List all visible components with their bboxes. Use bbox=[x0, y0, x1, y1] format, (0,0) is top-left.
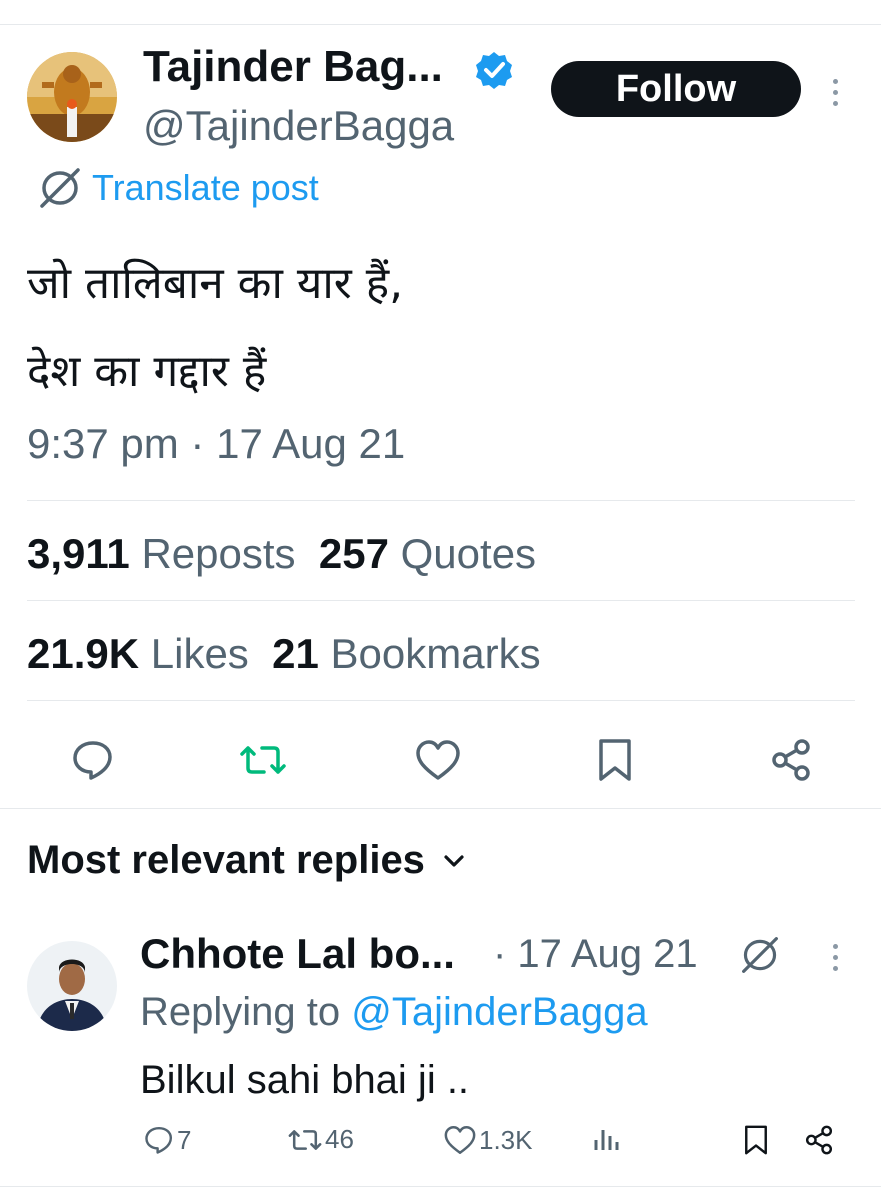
replying-to-prefix: Replying to bbox=[140, 990, 341, 1034]
reply-icon bbox=[73, 741, 112, 780]
bookmark-icon bbox=[745, 1125, 767, 1155]
repost-icon bbox=[240, 746, 286, 774]
reply-views-button[interactable] bbox=[592, 1124, 622, 1154]
reply-author-avatar[interactable] bbox=[27, 941, 117, 1031]
translate-icon bbox=[40, 168, 80, 208]
reply-like-button[interactable]: 1.3K bbox=[443, 1124, 533, 1156]
reply-author-name[interactable]: Chhote Lal bo... bbox=[140, 930, 455, 978]
bookmarks-stat[interactable]: 21 Bookmarks bbox=[272, 630, 540, 677]
chevron-down-icon bbox=[444, 854, 464, 867]
author-name[interactable]: Tajinder Bag... bbox=[143, 42, 443, 92]
divider bbox=[27, 700, 855, 701]
reply-button[interactable] bbox=[63, 730, 123, 790]
top-divider bbox=[0, 0, 881, 25]
post-timestamp[interactable]: 9:37 pm · 17 Aug 21 bbox=[27, 420, 405, 468]
likes-label: Likes bbox=[150, 630, 249, 677]
translate-link[interactable]: Translate post bbox=[36, 166, 319, 210]
translate-label: Translate post bbox=[92, 167, 319, 208]
reply-text: Bilkul sahi bhai ji .. bbox=[140, 1058, 470, 1102]
like-icon bbox=[416, 740, 460, 780]
views-icon bbox=[594, 1130, 619, 1150]
replying-to: Replying to @TajinderBagga bbox=[140, 990, 648, 1035]
bottom-divider bbox=[0, 1186, 881, 1187]
post-text-line-2: देश का गद्दार हैं bbox=[27, 346, 267, 397]
like-icon bbox=[444, 1126, 476, 1154]
reply-reply-count: 7 bbox=[177, 1124, 192, 1155]
reposts-label: Reposts bbox=[141, 530, 296, 577]
replies-sort-dropdown[interactable]: Most relevant replies bbox=[27, 838, 465, 883]
share-icon bbox=[805, 1125, 833, 1155]
quotes-label: Quotes bbox=[400, 530, 537, 577]
reply-bookmark-button[interactable] bbox=[742, 1124, 770, 1156]
reply-reply-button[interactable]: 7 bbox=[143, 1124, 191, 1156]
quotes-count: 257 bbox=[318, 530, 389, 577]
reposts-stat[interactable]: 3,911 Reposts bbox=[27, 530, 296, 577]
reply-share-button[interactable] bbox=[803, 1124, 835, 1156]
more-icon[interactable] bbox=[831, 79, 841, 112]
repost-button[interactable] bbox=[233, 730, 293, 790]
replying-to-handle[interactable]: @TajinderBagga bbox=[351, 990, 647, 1034]
follow-button[interactable]: Follow bbox=[551, 61, 801, 117]
repost-quote-stats: 3,911 Reposts 257 Quotes bbox=[27, 530, 536, 578]
divider bbox=[27, 500, 855, 501]
repost-icon bbox=[288, 1129, 322, 1150]
likes-count: 21.9K bbox=[27, 630, 140, 677]
reply-more-icon[interactable] bbox=[831, 944, 841, 977]
replies-section-title: Most relevant replies bbox=[27, 838, 425, 882]
likes-bookmarks-stats: 21.9K Likes 21 Bookmarks bbox=[27, 630, 541, 678]
reply-repost-count: 46 bbox=[325, 1124, 354, 1154]
bookmarks-label: Bookmarks bbox=[330, 630, 541, 677]
bookmark-button[interactable] bbox=[585, 730, 645, 790]
author-avatar[interactable] bbox=[27, 52, 117, 142]
reply-translate-icon[interactable] bbox=[738, 935, 782, 975]
reposts-count: 3,911 bbox=[27, 530, 130, 577]
reply-repost-button[interactable]: 46 bbox=[287, 1124, 354, 1155]
verified-badge-icon bbox=[476, 52, 512, 89]
author-handle[interactable]: @TajinderBagga bbox=[143, 102, 454, 150]
section-divider bbox=[0, 808, 881, 809]
bookmarks-count: 21 bbox=[272, 630, 319, 677]
share-button[interactable] bbox=[761, 730, 821, 790]
reply-like-count: 1.3K bbox=[479, 1124, 533, 1155]
action-bar bbox=[0, 730, 881, 790]
divider bbox=[27, 600, 855, 601]
reply-icon bbox=[145, 1126, 173, 1154]
like-button[interactable] bbox=[408, 730, 468, 790]
likes-stat[interactable]: 21.9K Likes bbox=[27, 630, 249, 677]
post-text-line-1: जो तालिबान का यार हैं, bbox=[27, 258, 404, 309]
share-icon bbox=[772, 739, 810, 781]
reply-date[interactable]: · 17 Aug 21 bbox=[493, 932, 698, 977]
quotes-stat[interactable]: 257 Quotes bbox=[319, 530, 536, 577]
post-text: जो तालिबान का यार हैं, देश का गद्दार हैं bbox=[27, 240, 403, 416]
bookmark-icon bbox=[599, 739, 631, 781]
